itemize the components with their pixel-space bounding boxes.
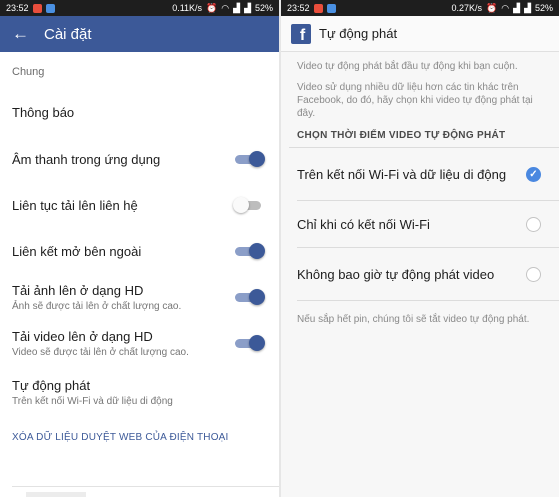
signal-icon: ▟ <box>244 2 251 13</box>
setting-subtitle: Ảnh sẽ được tải lên ở chất lượng cao. <box>12 300 182 312</box>
setting-external-links[interactable]: Liên kết mở bên ngoài <box>0 228 279 274</box>
hd-photo-toggle[interactable] <box>233 289 265 305</box>
setting-title: Âm thanh trong ứng dụng <box>12 151 161 167</box>
setting-in-app-sound[interactable]: Âm thanh trong ứng dụng <box>0 136 279 182</box>
data-usage-description: Video sử dụng nhiều dữ liệu hơn các tin … <box>297 82 533 119</box>
battery-percent: 52% <box>534 3 553 13</box>
signal-icon: ▟ <box>233 2 241 13</box>
in-app-sound-toggle[interactable] <box>233 151 265 167</box>
settings-screen: 23:52 0.11K/s ⏰ ◠ ▟ ▟ 52% ← Cài đặt Chun… <box>0 0 279 497</box>
app-bar: f Tự động phát <box>281 16 559 52</box>
notification-app-icon <box>326 3 336 13</box>
facebook-logo-icon[interactable]: f <box>291 23 311 44</box>
option-wifi-and-mobile[interactable]: Trên kết nối Wi-Fi và dữ liệu di động ✓ <box>281 148 559 200</box>
setting-continuous-contact-upload[interactable]: Liên tục tải lên liên hệ <box>0 182 279 228</box>
contact-upload-toggle[interactable] <box>233 197 265 213</box>
option-wifi-only[interactable]: Chỉ khi có kết nối Wi-Fi <box>281 201 559 247</box>
check-icon[interactable]: ✓ <box>526 166 541 182</box>
setting-autoplay[interactable]: Tự động phát Trên kết nối Wi-Fi và dữ li… <box>0 366 279 418</box>
status-time: 23:52 <box>6 3 29 13</box>
clear-browsing-data-link[interactable]: XÓA DỮ LIỆU DUYỆT WEB CỦA ĐIỆN THOẠI <box>0 432 279 443</box>
setting-title: Tự động phát <box>12 377 91 393</box>
setting-title: Liên tục tải lên liên hệ <box>12 197 138 213</box>
setting-hd-video-upload[interactable]: Tải video lên ở dạng HD Video sẽ được tả… <box>0 320 279 366</box>
signal-icon: ▟ <box>513 2 521 13</box>
option-never-autoplay[interactable]: Không bao giờ tự động phát video <box>281 248 559 300</box>
hd-video-toggle[interactable] <box>233 335 265 351</box>
option-label: Không bao giờ tự động phát video <box>297 266 495 282</box>
choose-autoplay-label: CHỌN THỜI ĐIỂM VIDEO TỰ ĐỘNG PHÁT <box>297 130 506 141</box>
notification-app-icon <box>32 3 42 13</box>
autoplay-description: Video tự động phát bắt đầu tự động khi b… <box>297 61 518 72</box>
autoplay-screen: 23:52 0.27K/s ⏰ ◠ ▟ ▟ 52% f Tự động phát… <box>281 0 559 497</box>
setting-hd-photo-upload[interactable]: Tải ảnh lên ở dạng HD Ảnh sẽ được tải lê… <box>0 274 279 320</box>
setting-title: Thông báo <box>12 104 75 120</box>
wifi-icon: ◠ <box>221 2 230 13</box>
status-bar: 23:52 0.11K/s ⏰ ◠ ▟ ▟ 52% <box>0 0 279 16</box>
setting-notifications[interactable]: Thông báo <box>0 88 279 136</box>
page-title: Tự động phát <box>319 26 398 41</box>
setting-title: Liên kết mở bên ngoài <box>12 243 142 259</box>
alarm-icon: ⏰ <box>486 2 498 13</box>
setting-title: Tải ảnh lên ở dạng HD <box>12 282 144 298</box>
section-label-general: Chung <box>12 66 45 78</box>
back-arrow-icon[interactable]: ← <box>12 24 34 44</box>
option-label: Trên kết nối Wi-Fi và dữ liệu di động <box>297 166 507 182</box>
network-speed: 0.11K/s <box>172 3 203 13</box>
radio-unselected-icon[interactable] <box>526 266 541 282</box>
low-battery-note: Nếu sắp hết pin, chúng tôi sẽ tắt video … <box>297 314 530 325</box>
divider <box>12 486 279 487</box>
setting-subtitle: Trên kết nối Wi-Fi và dữ liệu di động <box>12 395 173 407</box>
status-time: 23:52 <box>287 3 310 13</box>
page-title: Cài đặt <box>44 25 92 43</box>
wifi-icon: ◠ <box>501 2 510 13</box>
option-label: Chỉ khi có kết nối Wi-Fi <box>297 216 430 232</box>
app-bar: ← Cài đặt <box>0 16 279 52</box>
radio-unselected-icon[interactable] <box>526 216 541 232</box>
signal-icon: ▟ <box>524 2 531 13</box>
external-links-toggle[interactable] <box>233 243 265 259</box>
next-item-partial <box>26 492 86 497</box>
setting-title: Tải video lên ở dạng HD <box>12 328 153 344</box>
setting-subtitle: Video sẽ được tải lên ở chất lượng cao. <box>12 346 189 358</box>
network-speed: 0.27K/s <box>451 3 483 13</box>
notification-app-icon <box>45 3 55 13</box>
battery-percent: 52% <box>254 3 273 13</box>
notification-app-icon <box>313 3 323 13</box>
status-bar: 23:52 0.27K/s ⏰ ◠ ▟ ▟ 52% <box>281 0 559 16</box>
alarm-icon: ⏰ <box>206 2 218 13</box>
